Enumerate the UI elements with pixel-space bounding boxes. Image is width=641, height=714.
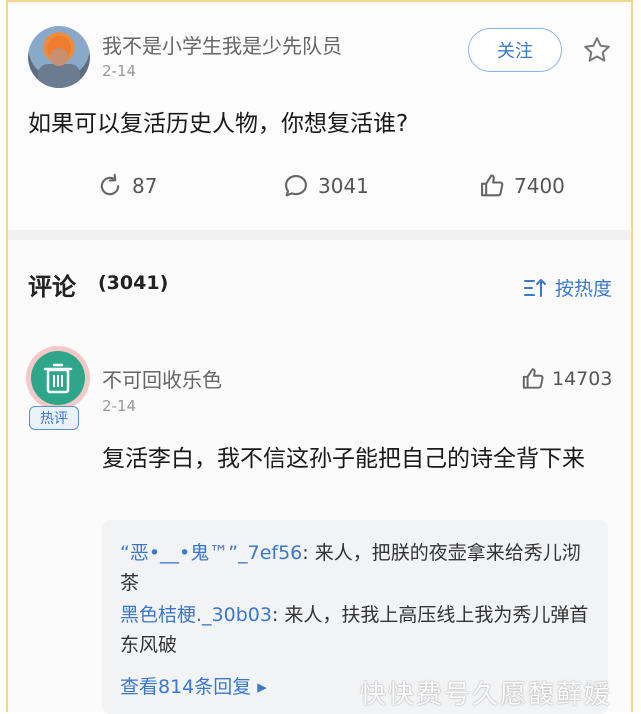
reply-item[interactable]: 黑色桔梗._30b03: 来人，扶我上高压线上我为秀儿弹首东风破 bbox=[120, 600, 590, 660]
post-username[interactable]: 我不是小学生我是少先队员 bbox=[102, 30, 342, 59]
like-stat[interactable]: 7400 bbox=[478, 172, 565, 200]
section-divider bbox=[8, 230, 631, 240]
watermark: 快快费号久愿馥藓媛 bbox=[360, 680, 613, 710]
sort-icon bbox=[524, 278, 546, 297]
trash-icon bbox=[43, 363, 73, 394]
comment-stat[interactable]: 3041 bbox=[282, 172, 369, 200]
share-count: 87 bbox=[132, 174, 158, 198]
share-stat[interactable]: 87 bbox=[96, 172, 157, 200]
star-icon[interactable] bbox=[582, 35, 612, 65]
comment-date: 2-14 bbox=[102, 397, 137, 415]
post-date: 2-14 bbox=[102, 62, 137, 80]
post-card: 我不是小学生我是少先队员 2-14 关注 如果可以复活历史人物，你想复活谁? 8… bbox=[8, 2, 631, 230]
thumbs-up-icon bbox=[481, 174, 504, 197]
comment-like-button[interactable]: 14703 bbox=[520, 366, 612, 392]
reply-username[interactable]: “恶•__•鬼™”_7ef56 bbox=[120, 542, 302, 564]
follow-button[interactable]: 关注 bbox=[468, 28, 562, 72]
post-question: 如果可以复活历史人物，你想复活谁? bbox=[28, 111, 409, 137]
comment-icon bbox=[285, 175, 307, 197]
comments-count: (3041) bbox=[98, 272, 169, 294]
comment-count: 3041 bbox=[318, 174, 369, 198]
commenter-avatar[interactable] bbox=[26, 346, 90, 410]
like-count: 7400 bbox=[514, 174, 565, 198]
view-more-replies-link[interactable]: 查看814条回复 ▸ bbox=[120, 672, 267, 699]
sort-button[interactable]: 按热度 bbox=[523, 274, 612, 301]
hot-comment-badge: 热评 bbox=[29, 406, 79, 430]
reply-item[interactable]: “恶•__•鬼™”_7ef56: 来人，把朕的夜壶拿来给秀儿沏茶 bbox=[120, 538, 590, 598]
commenter-username[interactable]: 不可回收乐色 bbox=[102, 364, 222, 393]
comment-like-count: 14703 bbox=[552, 368, 613, 390]
thumbs-up-icon bbox=[522, 368, 544, 389]
sort-label: 按热度 bbox=[555, 278, 613, 300]
comments-title: 评论 bbox=[28, 273, 76, 301]
repost-icon bbox=[100, 173, 120, 196]
user-avatar[interactable] bbox=[28, 26, 90, 88]
app-frame: 我不是小学生我是少先队员 2-14 关注 如果可以复活历史人物，你想复活谁? 8… bbox=[6, 0, 633, 714]
comment-text: 复活李白，我不信这孙子能把自己的诗全背下来 bbox=[102, 446, 585, 472]
reply-username[interactable]: 黑色桔梗._30b03 bbox=[120, 604, 272, 626]
